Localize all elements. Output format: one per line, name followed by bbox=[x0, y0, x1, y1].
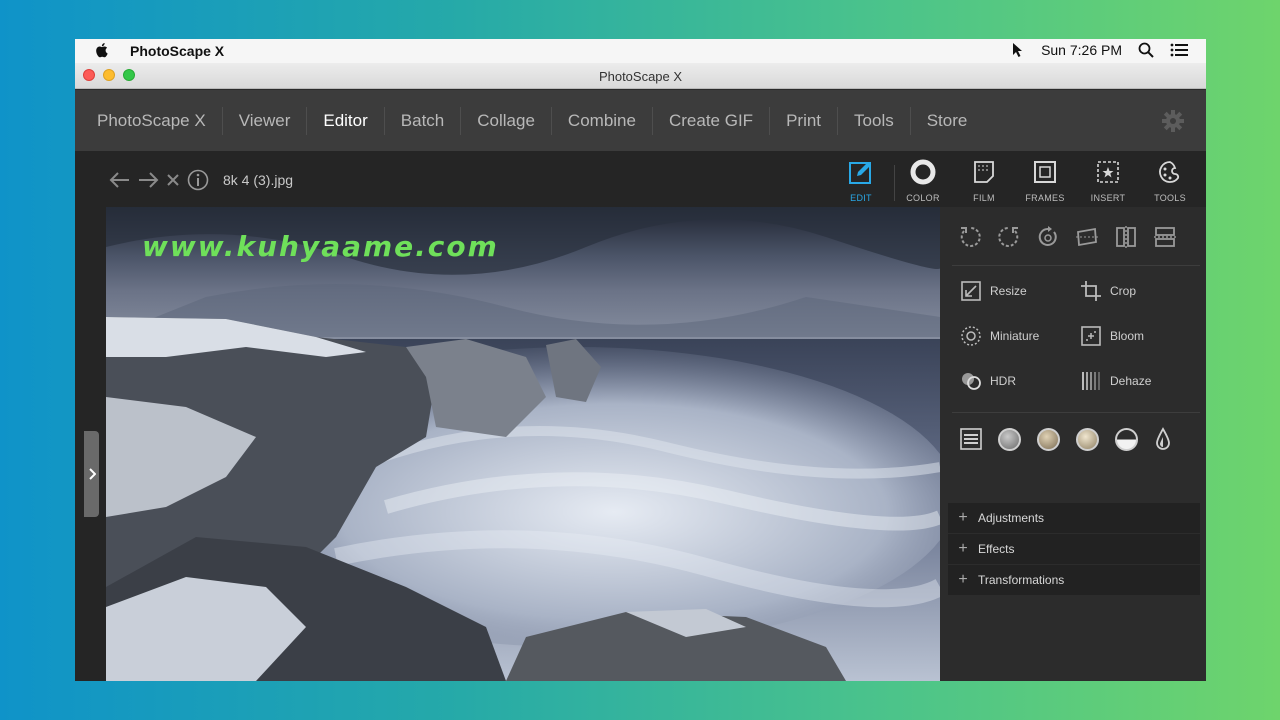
tool-edit-label: EDIT bbox=[850, 193, 872, 203]
panel-divider bbox=[952, 265, 1200, 266]
nav-create-gif[interactable]: Create GIF bbox=[653, 106, 771, 135]
sepia-tone-icon[interactable] bbox=[1076, 427, 1099, 451]
section-transformations-label: Transformations bbox=[978, 573, 1065, 587]
sidebar-toggle[interactable] bbox=[84, 431, 99, 517]
resize-label: Resize bbox=[990, 284, 1027, 298]
nav-batch[interactable]: Batch bbox=[385, 106, 462, 135]
window-title-bar: PhotoScape X bbox=[75, 63, 1206, 89]
film-icon bbox=[974, 161, 994, 183]
bloom-icon bbox=[1081, 326, 1101, 346]
quick-adjust-row bbox=[960, 427, 1172, 451]
hdr-label: HDR bbox=[990, 374, 1016, 388]
mac-menu-bar: PhotoScape X Sun 7:26 PM bbox=[75, 39, 1206, 63]
color-icon bbox=[910, 159, 936, 185]
miniature-icon bbox=[961, 326, 981, 346]
editor-toolbar: 8k 4 (3).jpg EDIT COLOR FILM FRAMES INSE… bbox=[75, 151, 1206, 207]
nav-viewer[interactable]: Viewer bbox=[223, 106, 308, 135]
info-icon[interactable] bbox=[187, 169, 209, 191]
miniature-button[interactable]: Miniature bbox=[960, 325, 1039, 347]
list-icon[interactable] bbox=[1170, 43, 1188, 57]
gear-icon[interactable] bbox=[1162, 110, 1184, 132]
back-arrow-icon[interactable] bbox=[109, 171, 131, 189]
chevron-right-icon bbox=[88, 468, 96, 480]
edit-icon bbox=[849, 162, 871, 184]
plus-icon: + bbox=[958, 540, 968, 557]
cursor-icon[interactable] bbox=[1011, 42, 1025, 58]
section-adjustments[interactable]: + Adjustments bbox=[948, 503, 1200, 533]
crop-icon bbox=[1081, 281, 1101, 301]
watermark-text: www.kuhyaame.com bbox=[142, 230, 499, 263]
menu-app-name[interactable]: PhotoScape X bbox=[130, 43, 224, 59]
panel-divider bbox=[952, 412, 1200, 413]
section-effects-label: Effects bbox=[978, 542, 1015, 556]
bloom-label: Bloom bbox=[1110, 329, 1145, 343]
flip-vertical-icon[interactable] bbox=[1153, 225, 1177, 249]
resize-button[interactable]: Resize bbox=[960, 280, 1027, 302]
tool-frames-label: FRAMES bbox=[1025, 193, 1065, 203]
tool-insert[interactable]: INSERT bbox=[1078, 159, 1138, 203]
plus-icon: + bbox=[958, 571, 968, 588]
hdr-button[interactable]: HDR bbox=[960, 370, 1016, 392]
crop-button[interactable]: Crop bbox=[1080, 280, 1136, 302]
tool-tools[interactable]: TOOLS bbox=[1140, 159, 1200, 203]
rotate-left-icon[interactable] bbox=[958, 225, 982, 249]
menu-clock[interactable]: Sun 7:26 PM bbox=[1041, 42, 1122, 58]
rotate-right-icon[interactable] bbox=[997, 225, 1021, 249]
frames-icon bbox=[1034, 161, 1056, 183]
nav-store[interactable]: Store bbox=[911, 107, 984, 135]
bloom-button[interactable]: Bloom bbox=[1080, 325, 1144, 347]
nav-tools[interactable]: Tools bbox=[838, 106, 911, 135]
nav-collage[interactable]: Collage bbox=[461, 106, 552, 135]
search-icon[interactable] bbox=[1138, 42, 1154, 58]
tool-frames[interactable]: FRAMES bbox=[1015, 159, 1075, 203]
close-icon[interactable] bbox=[165, 172, 181, 188]
plus-icon: + bbox=[958, 509, 968, 526]
dehaze-icon bbox=[1082, 372, 1100, 390]
resize-icon bbox=[961, 281, 981, 301]
nav-editor[interactable]: Editor bbox=[307, 106, 385, 135]
apple-icon[interactable] bbox=[95, 42, 109, 58]
tool-film-label: FILM bbox=[973, 193, 995, 203]
auto-level-icon[interactable] bbox=[998, 427, 1021, 451]
forward-arrow-icon[interactable] bbox=[137, 171, 159, 189]
window-title: PhotoScape X bbox=[598, 69, 683, 84]
screen: PhotoScape X Sun 7:26 PM PhotoScape X Ph… bbox=[75, 39, 1206, 681]
dehaze-label: Dehaze bbox=[1110, 374, 1152, 388]
crop-label: Crop bbox=[1110, 284, 1137, 298]
tool-insert-label: INSERT bbox=[1090, 193, 1126, 203]
rotate-icon[interactable] bbox=[1036, 225, 1060, 249]
section-effects[interactable]: + Effects bbox=[948, 534, 1200, 564]
insert-icon bbox=[1097, 161, 1119, 183]
nav-combine[interactable]: Combine bbox=[552, 106, 653, 135]
warm-tone-icon[interactable] bbox=[1037, 427, 1060, 451]
photo-canvas[interactable]: www.kuhyaame.com bbox=[106, 207, 940, 681]
file-name: 8k 4 (3).jpg bbox=[223, 172, 294, 188]
app-nav: PhotoScape X Viewer Editor Batch Collage… bbox=[75, 90, 1206, 151]
drop-icon[interactable] bbox=[1154, 427, 1172, 451]
tool-edit[interactable]: EDIT bbox=[831, 159, 891, 203]
contrast-icon[interactable] bbox=[1115, 427, 1138, 451]
tool-color[interactable]: COLOR bbox=[893, 159, 953, 203]
nav-photoscape-x[interactable]: PhotoScape X bbox=[75, 106, 223, 135]
tool-color-label: COLOR bbox=[906, 193, 940, 203]
tool-tools-label: TOOLS bbox=[1154, 193, 1186, 203]
seascape-image bbox=[106, 207, 940, 681]
edit-panel: Resize Crop Miniature Bloom HDR Dehaze +… bbox=[940, 207, 1206, 681]
straighten-icon[interactable] bbox=[1075, 225, 1099, 249]
tools-icon bbox=[1159, 161, 1180, 183]
hdr-icon bbox=[962, 373, 981, 390]
nav-print[interactable]: Print bbox=[770, 106, 839, 135]
left-strip bbox=[75, 207, 106, 681]
section-adjustments-label: Adjustments bbox=[978, 511, 1045, 525]
miniature-label: Miniature bbox=[990, 329, 1040, 343]
flip-horizontal-icon[interactable] bbox=[1114, 225, 1138, 249]
levels-icon[interactable] bbox=[960, 428, 982, 450]
tool-film[interactable]: FILM bbox=[954, 159, 1014, 203]
section-transformations[interactable]: + Transformations bbox=[948, 565, 1200, 595]
rotate-flip-row bbox=[958, 225, 1177, 249]
dehaze-button[interactable]: Dehaze bbox=[1080, 370, 1151, 392]
